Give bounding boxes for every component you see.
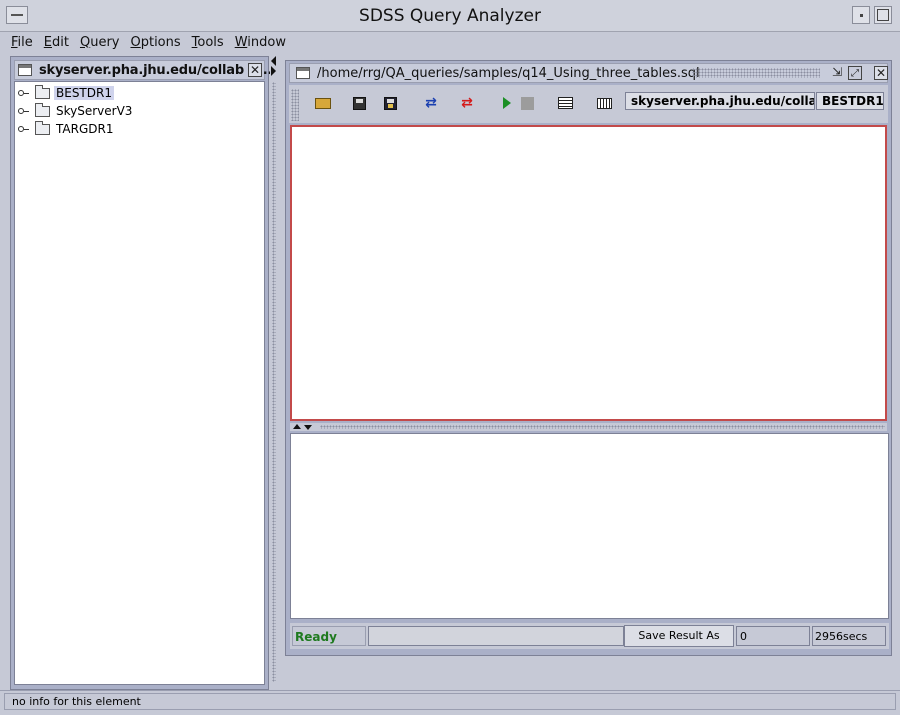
tree-item-label: BESTDR1: [54, 86, 114, 100]
frame-window-icon: [18, 64, 32, 76]
run-icon[interactable]: [498, 95, 516, 111]
query-frame-title: /home/rrg/QA_queries/samples/q14_Using_t…: [317, 66, 700, 81]
iconify-icon[interactable]: ⇲: [830, 66, 844, 80]
title-bar: SDSS Query Analyzer: [0, 0, 900, 32]
query-editor-frame: /home/rrg/QA_queries/samples/q14_Using_t…: [285, 60, 892, 656]
server-field[interactable]: skyserver.pha.jhu.edu/collab: [625, 92, 815, 110]
grid-view-icon[interactable]: [556, 95, 574, 111]
stop-icon[interactable]: [518, 95, 536, 111]
database-tree: BESTDR1 SkyServerV3 TARGDR1: [14, 81, 265, 685]
save-result-button[interactable]: Save Result As: [624, 625, 734, 647]
menu-window[interactable]: Window: [235, 35, 286, 50]
query-status-label: Ready: [292, 626, 366, 646]
menu-query[interactable]: Query: [80, 35, 120, 50]
collapse-right-icon[interactable]: [271, 66, 276, 76]
query-editor[interactable]: [290, 125, 887, 421]
horizontal-splitter[interactable]: [290, 423, 887, 431]
table-view-icon[interactable]: [595, 95, 613, 111]
menu-options[interactable]: Options: [130, 35, 180, 50]
database-field[interactable]: BESTDR1: [816, 92, 884, 110]
expand-handle-icon[interactable]: [18, 106, 30, 116]
query-frame-titlebar[interactable]: /home/rrg/QA_queries/samples/q14_Using_t…: [289, 63, 888, 83]
tree-item-skyserverv3[interactable]: SkyServerV3: [15, 102, 264, 120]
browser-frame-titlebar[interactable]: skyserver.pha.jhu.edu/collab B... ✕: [14, 60, 272, 80]
database-browser-frame: skyserver.pha.jhu.edu/collab B... ✕ BEST…: [10, 56, 272, 690]
close-icon[interactable]: ✕: [874, 66, 888, 80]
redo-icon[interactable]: ⇄: [458, 95, 476, 111]
query-toolbar: ⇄ ⇄ skyserver.pha.jhu.edu/collab BESTDR1: [289, 85, 888, 123]
expand-handle-icon[interactable]: [18, 124, 30, 134]
tree-item-label: SkyServerV3: [56, 104, 133, 118]
vertical-splitter[interactable]: [270, 52, 278, 692]
row-count: 0: [736, 626, 810, 646]
maximize-frame-icon[interactable]: ⤢: [848, 66, 862, 80]
menu-tools[interactable]: Tools: [192, 35, 224, 50]
folder-icon: [35, 84, 50, 99]
folder-icon: [35, 102, 50, 117]
frame-window-icon: [296, 67, 310, 79]
menu-bar: File Edit Query Options Tools Window: [0, 32, 900, 52]
window-title: SDSS Query Analyzer: [359, 6, 541, 26]
collapse-left-icon[interactable]: [271, 56, 276, 66]
query-progress-bar: [368, 626, 624, 646]
tree-item-bestdr1[interactable]: BESTDR1: [15, 84, 264, 102]
menu-file[interactable]: File: [11, 35, 33, 50]
expand-handle-icon[interactable]: [18, 88, 30, 98]
save-as-icon[interactable]: [381, 95, 399, 111]
tree-item-label: TARGDR1: [56, 122, 114, 136]
elapsed-time: 2956secs: [812, 626, 886, 646]
status-bar: no info for this element: [0, 690, 900, 715]
toolbar-grip[interactable]: [291, 89, 299, 121]
maximize-icon[interactable]: [874, 6, 892, 24]
undo-icon[interactable]: ⇄: [422, 95, 440, 111]
status-bar-text: no info for this element: [4, 693, 896, 710]
folder-icon: [35, 120, 50, 135]
minimize-icon[interactable]: [852, 6, 870, 24]
close-icon[interactable]: ✕: [248, 63, 262, 77]
titlebar-grip: [692, 68, 820, 78]
open-folder-icon[interactable]: [314, 95, 332, 111]
save-icon[interactable]: [350, 95, 368, 111]
splitter-grip: [272, 82, 276, 682]
splitter-grip: [320, 425, 885, 429]
query-status-row: Ready Save Result As 0 2956secs: [290, 623, 889, 649]
browser-frame-title: skyserver.pha.jhu.edu/collab B...: [39, 63, 273, 78]
expand-up-icon[interactable]: [293, 424, 301, 429]
expand-down-icon[interactable]: [304, 425, 312, 430]
results-panel[interactable]: [290, 433, 889, 619]
tree-item-targdr1[interactable]: TARGDR1: [15, 120, 264, 138]
menu-edit[interactable]: Edit: [44, 35, 69, 50]
